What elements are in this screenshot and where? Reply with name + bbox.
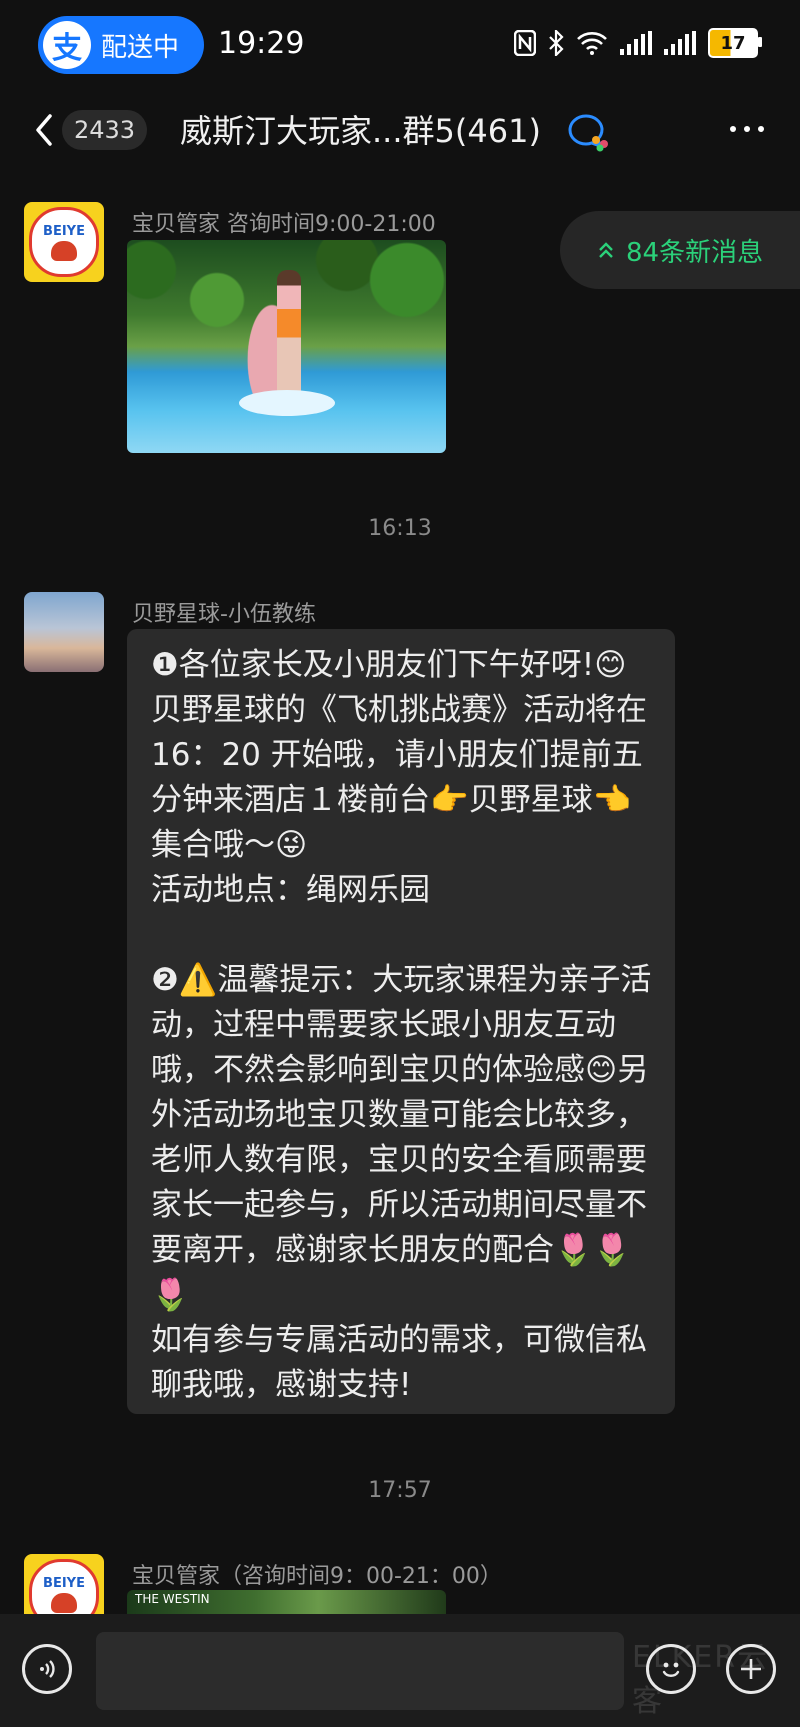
nfc-icon [514, 30, 536, 56]
image-message-pool[interactable] [127, 240, 446, 453]
avatar-coach-xiaowu[interactable] [24, 592, 104, 672]
bluetooth-icon [549, 30, 564, 56]
group-chat-icon [568, 114, 608, 152]
image-watermark: THE WESTIN [135, 1592, 210, 1606]
time-separator: 16:13 [368, 516, 432, 541]
alipay-delivery-pill[interactable]: 支 配送中 [38, 16, 204, 74]
more-options-icon[interactable] [730, 126, 764, 132]
back-icon[interactable] [30, 110, 60, 150]
new-messages-label: 84条新消息 [626, 237, 764, 268]
new-messages-button[interactable]: 84条新消息 [560, 211, 800, 289]
voice-input-button[interactable] [22, 1644, 72, 1694]
signal-icon-2 [664, 31, 696, 55]
sender-name: 贝野星球-小伍教练 [132, 602, 316, 627]
sender-name: 宝贝管家（咨询时间9：00-21：00） [132, 1564, 502, 1589]
chat-header: 2433 威斯汀大玩家...群5(461) [0, 92, 800, 168]
text-message-bubble[interactable]: ❶各位家长及小朋友们下午好呀!😊贝野星球的《飞机挑战赛》活动将在 16：20 开… [127, 629, 675, 1414]
wifi-icon [577, 32, 607, 55]
status-time: 19:29 [218, 26, 305, 61]
unread-count-badge[interactable]: 2433 [62, 110, 148, 150]
time-separator: 17:57 [368, 1478, 432, 1503]
double-chevron-up-icon [599, 242, 613, 258]
beiye-logo-icon: BEIYE [29, 207, 99, 277]
image-message-partial[interactable]: THE WESTIN [127, 1590, 446, 1614]
watermark: ELKER云客 [632, 1640, 770, 1719]
chat-title[interactable]: 威斯汀大玩家...群5(461) [180, 106, 541, 152]
alipay-logo-icon: 支 [43, 21, 91, 69]
alipay-status-label: 配送中 [101, 32, 180, 63]
battery-level: 17 [720, 32, 746, 54]
status-bar: 支 配送中 19:29 17 [0, 0, 800, 92]
message-input[interactable] [96, 1632, 624, 1710]
battery-icon: 17 [708, 28, 762, 58]
avatar-baobei-guanjia[interactable]: BEIYE [24, 202, 104, 282]
signal-icon-1 [620, 31, 652, 55]
system-icons: 17 [514, 28, 762, 58]
voice-icon [40, 1660, 55, 1678]
sender-name: 宝贝管家 咨询时间9:00-21:00 [132, 212, 436, 237]
